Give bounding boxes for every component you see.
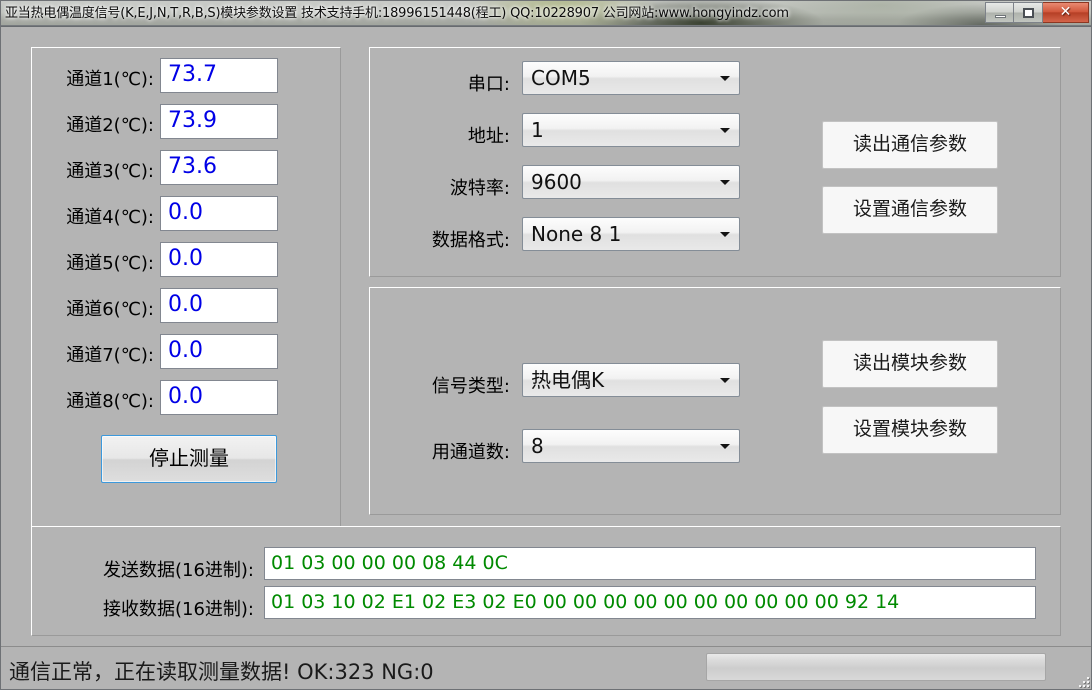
status-message: 通信正常，正在读取测量数据! OK:323 NG:0 (9, 660, 434, 684)
channel-row-3: 通道3(℃): 73.6 (32, 150, 340, 188)
minimize-button[interactable] (985, 2, 1014, 23)
chevron-down-icon (720, 444, 730, 449)
data-format-select[interactable]: None 8 1 (522, 217, 740, 251)
set-comm-params-button[interactable]: 设置通信参数 (822, 186, 998, 234)
channel-label-8: 通道8(℃): (66, 391, 154, 412)
receive-data-label: 接收数据(16进制): (102, 599, 254, 620)
chevron-down-icon (720, 76, 730, 81)
set-module-params-button[interactable]: 设置模块参数 (822, 406, 998, 454)
channel-label-5: 通道5(℃): (66, 253, 154, 274)
minimize-icon (995, 15, 1006, 18)
channel-row-2: 通道2(℃): 73.9 (32, 104, 340, 142)
receive-data-field[interactable]: 01 03 10 02 E1 02 E3 02 E0 00 00 00 00 0… (264, 586, 1036, 619)
address-value: 1 (531, 118, 544, 142)
channel-value-2[interactable]: 73.9 (160, 104, 278, 139)
stop-measure-button[interactable]: 停止测量 (101, 435, 277, 483)
data-format-label: 数据格式: (431, 230, 510, 251)
data-format-value: None 8 1 (531, 222, 622, 246)
client-area: 通道1(℃): 73.7 通道2(℃): 73.9 通道3(℃): 73.6 通… (1, 29, 1091, 689)
module-group: 信号类型: 热电偶K 用通道数: 8 读出模块参数 设置模块参数 (369, 287, 1061, 515)
channel-count-select[interactable]: 8 (522, 429, 740, 463)
channel-label-7: 通道7(℃): (66, 345, 154, 366)
title-bar[interactable]: 亚当热电偶温度信号(K,E,J,N,T,R,B,S)模块参数设置 技术支持手机:… (1, 1, 1091, 27)
chevron-down-icon (720, 180, 730, 185)
channel-label-6: 通道6(℃): (66, 299, 154, 320)
serial-port-value: COM5 (531, 66, 591, 90)
signal-type-label: 信号类型: (431, 376, 510, 397)
serial-port-select[interactable]: COM5 (522, 61, 740, 95)
progress-bar (706, 653, 1046, 681)
signal-type-select[interactable]: 热电偶K (522, 363, 740, 397)
channel-count-label: 用通道数: (431, 442, 510, 463)
chevron-down-icon (720, 128, 730, 133)
maximize-icon (1023, 8, 1034, 18)
chevron-down-icon (720, 378, 730, 383)
data-log-group: 发送数据(16进制): 01 03 00 00 00 08 44 0C 接收数据… (31, 526, 1061, 636)
channel-label-2: 通道2(℃): (66, 115, 154, 136)
read-module-params-button[interactable]: 读出模块参数 (822, 340, 998, 388)
signal-type-value: 热电偶K (531, 368, 605, 392)
channel-row-1: 通道1(℃): 73.7 (32, 58, 340, 96)
baud-rate-label: 波特率: (449, 178, 510, 199)
send-data-label: 发送数据(16进制): (102, 560, 254, 581)
channel-label-1: 通道1(℃): (66, 69, 154, 90)
channel-value-5[interactable]: 0.0 (160, 242, 278, 277)
channel-label-4: 通道4(℃): (66, 207, 154, 228)
channels-group: 通道1(℃): 73.7 通道2(℃): 73.9 通道3(℃): 73.6 通… (31, 47, 341, 534)
channel-row-6: 通道6(℃): 0.0 (32, 288, 340, 326)
resize-grip[interactable] (1075, 673, 1089, 687)
channel-value-1[interactable]: 73.7 (160, 58, 278, 93)
serial-port-label: 串口: (467, 74, 510, 95)
close-icon: ✕ (1059, 4, 1072, 20)
channel-row-4: 通道4(℃): 0.0 (32, 196, 340, 234)
channel-value-3[interactable]: 73.6 (160, 150, 278, 185)
status-bar: 通信正常，正在读取测量数据! OK:323 NG:0 (1, 646, 1091, 689)
baud-rate-value: 9600 (531, 170, 582, 194)
communication-group: 串口: COM5 地址: 1 波特率: 9600 数据格式: None 8 1 … (369, 47, 1061, 277)
channel-row-5: 通道5(℃): 0.0 (32, 242, 340, 280)
channel-count-value: 8 (531, 434, 544, 458)
window-title: 亚当热电偶温度信号(K,E,J,N,T,R,B,S)模块参数设置 技术支持手机:… (5, 6, 789, 21)
close-button[interactable]: ✕ (1043, 2, 1089, 23)
send-data-field[interactable]: 01 03 00 00 00 08 44 0C (264, 547, 1036, 580)
address-label: 地址: (467, 126, 510, 147)
baud-rate-select[interactable]: 9600 (522, 165, 740, 199)
chevron-down-icon (720, 232, 730, 237)
address-select[interactable]: 1 (522, 113, 740, 147)
channel-value-7[interactable]: 0.0 (160, 334, 278, 369)
channel-value-8[interactable]: 0.0 (160, 380, 278, 415)
window-controls: ✕ (985, 2, 1089, 23)
channel-label-3: 通道3(℃): (66, 161, 154, 182)
channel-row-7: 通道7(℃): 0.0 (32, 334, 340, 372)
channel-row-8: 通道8(℃): 0.0 (32, 380, 340, 418)
read-comm-params-button[interactable]: 读出通信参数 (822, 121, 998, 169)
channel-value-6[interactable]: 0.0 (160, 288, 278, 323)
channel-value-4[interactable]: 0.0 (160, 196, 278, 231)
maximize-button[interactable] (1014, 2, 1043, 23)
application-window: 亚当热电偶温度信号(K,E,J,N,T,R,B,S)模块参数设置 技术支持手机:… (0, 0, 1092, 690)
